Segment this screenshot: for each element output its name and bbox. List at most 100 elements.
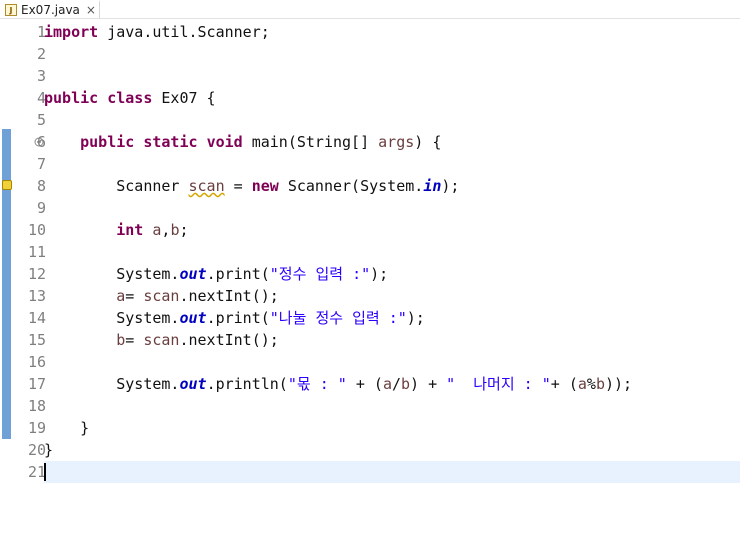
overview-ruler: [0, 19, 12, 556]
code-token: + (: [550, 375, 578, 393]
code-line[interactable]: a= scan.nextInt();: [44, 285, 279, 307]
code-token: b: [595, 375, 605, 393]
code-token: in: [423, 177, 442, 195]
code-token: =: [125, 287, 144, 305]
code-token: scan: [188, 177, 225, 195]
line-number: 5: [36, 111, 46, 129]
line-number: 12: [27, 265, 46, 283]
code-token: =: [125, 331, 144, 349]
line-number: 13: [27, 287, 46, 305]
code-line[interactable]: }: [44, 417, 89, 439]
line-number: 3: [36, 67, 46, 85]
code-token: }: [44, 441, 54, 459]
line-number: 4: [36, 89, 46, 107]
code-token: Scanner: [44, 177, 189, 195]
code-token: }: [44, 419, 90, 437]
current-line-highlight: [44, 461, 740, 483]
code-token: ;: [179, 221, 189, 239]
code-token: .nextInt();: [179, 331, 279, 349]
code-token: public: [80, 133, 135, 151]
code-token: a: [577, 375, 587, 393]
code-token: class: [107, 89, 153, 107]
code-line[interactable]: System.out.println("몫 : " + (a/b) + " 나머…: [44, 373, 632, 395]
line-number: 19: [27, 419, 46, 437]
code-token: );: [370, 265, 389, 283]
code-token: "정수 입력 :": [269, 265, 371, 283]
code-token: );: [441, 177, 460, 195]
java-file-icon: J: [5, 4, 17, 16]
code-token: /: [391, 375, 401, 393]
code-token: args: [378, 133, 415, 151]
line-number: 11: [27, 243, 46, 261]
code-line[interactable]: import java.util.Scanner;: [44, 21, 270, 43]
tab-ex07-java[interactable]: J Ex07.java ×: [0, 0, 100, 18]
code-line[interactable]: public class Ex07 {: [44, 87, 216, 109]
code-token: =: [224, 177, 252, 195]
code-token: new: [251, 177, 279, 195]
line-number-gutter: 1 2 3 4 5 6 7 8 9 10 11 12 13 14 15 16 17 18 19 20 21: [12, 19, 46, 556]
code-line[interactable]: System.out.print("정수 입력 :");: [44, 263, 388, 285]
code-token: static: [143, 133, 198, 151]
code-token: System.: [44, 375, 180, 393]
selection-range-marker: [2, 129, 11, 439]
line-number: 14: [27, 309, 46, 327]
code-token: import: [44, 23, 99, 41]
code-token: scan: [143, 331, 180, 349]
code-token: out: [179, 375, 207, 393]
code-token: ));: [604, 375, 633, 393]
line-number: 10: [27, 221, 46, 239]
code-token: b: [401, 375, 411, 393]
code-line[interactable]: System.out.print("나눌 정수 입력 :");: [44, 307, 425, 329]
line-number: 16: [27, 353, 46, 371]
code-token: int: [116, 221, 144, 239]
code-token: void: [206, 133, 243, 151]
text-caret: [44, 463, 46, 481]
code-token: public: [44, 89, 99, 107]
code-token: .println(: [206, 375, 288, 393]
line-number: 2: [36, 45, 46, 63]
code-token: " 나머지 : ": [446, 375, 551, 393]
code-token: Ex07 {: [152, 89, 216, 107]
code-area[interactable]: import java.util.Scanner; public class Ex…: [44, 19, 740, 556]
code-line[interactable]: b= scan.nextInt();: [44, 329, 279, 351]
line-number: 6: [36, 133, 46, 151]
code-line[interactable]: Scanner scan = new Scanner(System.in);: [44, 175, 459, 197]
code-token: out: [179, 309, 207, 327]
line-number: 8: [36, 177, 46, 195]
code-token: main(String[]: [242, 133, 379, 151]
line-number: 20: [27, 441, 46, 459]
code-line[interactable]: public static void main(String[] args) {: [44, 131, 441, 153]
code-token: out: [179, 265, 207, 283]
code-line[interactable]: }: [44, 439, 53, 461]
code-token: %: [586, 375, 596, 393]
code-token: a: [116, 287, 126, 305]
code-token: java.util.Scanner;: [98, 23, 270, 41]
code-token: "나눌 정수 입력 :": [269, 309, 407, 327]
code-token: );: [406, 309, 425, 327]
tab-label: Ex07.java: [21, 3, 80, 17]
code-token: b: [116, 331, 126, 349]
close-icon[interactable]: ×: [86, 3, 96, 17]
code-token: a: [382, 375, 392, 393]
line-number: 9: [36, 199, 46, 217]
line-number: 15: [27, 331, 46, 349]
warning-icon[interactable]: [2, 180, 12, 190]
line-number: 21: [27, 463, 46, 481]
code-token: scan: [143, 287, 180, 305]
code-token: .print(: [206, 265, 270, 283]
code-token: "몫 : ": [287, 375, 347, 393]
code-token: System.: [44, 309, 180, 327]
line-number: 17: [27, 375, 46, 393]
code-line[interactable]: int a,b;: [44, 219, 189, 241]
editor-tab-bar: J Ex07.java ×: [0, 0, 740, 19]
line-number: 7: [36, 155, 46, 173]
code-token: .nextInt();: [179, 287, 279, 305]
code-editor[interactable]: 1 2 3 4 5 6 7 8 9 10 11 12 13 14 15 16 17 18 19 20 21 import…: [0, 19, 740, 556]
